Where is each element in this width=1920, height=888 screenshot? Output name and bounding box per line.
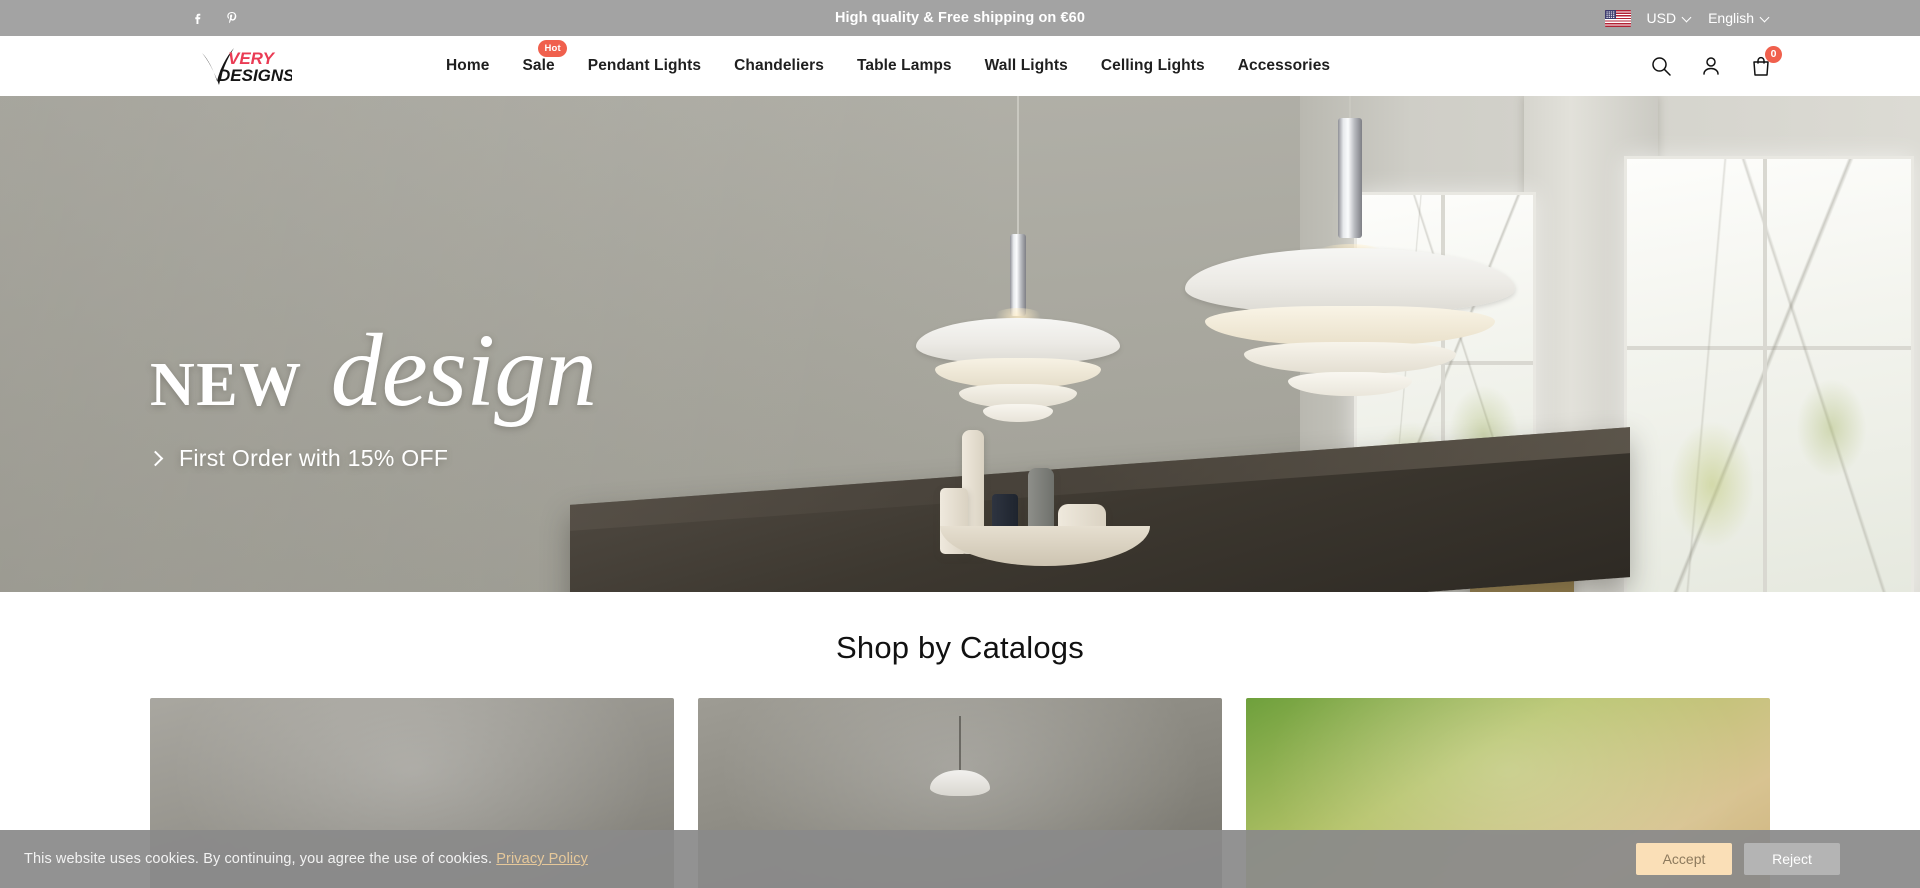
nav-label: Accessories [1237, 57, 1331, 74]
chevron-right-icon [147, 450, 164, 467]
pinterest-icon[interactable] [224, 10, 240, 26]
chevron-down-icon [1761, 14, 1770, 23]
hero-title-plain: NEW [150, 351, 303, 419]
hero-copy: NEW design First Order with 15% OFF [147, 313, 598, 472]
currency-label: USD [1646, 10, 1677, 26]
pendant-lamp-left [888, 96, 1148, 422]
hot-badge: Hot [538, 40, 567, 57]
hero-banner[interactable]: NEW design First Order with 15% OFF [0, 96, 1920, 592]
catalogs-title: Shop by Catalogs [836, 630, 1084, 665]
nav-label: Pendant Lights [587, 57, 702, 74]
hero-subtitle: First Order with 15% OFF [179, 445, 449, 471]
pendant-lamp-right [1150, 96, 1550, 426]
privacy-policy-link[interactable]: Privacy Policy [496, 851, 588, 867]
site-logo[interactable]: VERY DESIGNS [200, 45, 292, 87]
shopping-bag-icon[interactable]: 0 [1749, 45, 1782, 78]
chevron-down-icon [1683, 14, 1692, 23]
nav-label: Celling Lights [1100, 57, 1205, 74]
nav-item-table-lamps[interactable]: Table Lamps [857, 57, 952, 75]
nav-item-chandeliers[interactable]: Chandeliers [734, 57, 824, 75]
user-icon[interactable] [1699, 55, 1722, 78]
nav-item-accessories[interactable]: Accessories [1238, 57, 1330, 75]
search-icon[interactable] [1649, 55, 1672, 78]
nav-label: Wall Lights [984, 57, 1068, 74]
nav-item-sale[interactable]: Hot Sale [522, 40, 567, 75]
cookie-consent-banner: This website uses cookies. By continuing… [0, 830, 1920, 888]
svg-text:DESIGNS: DESIGNS [218, 66, 292, 85]
nav-label: Sale [522, 57, 555, 74]
facebook-icon[interactable] [190, 10, 206, 26]
main-navigation: Home Hot Sale Pendant Lights Chandeliers… [446, 40, 1330, 75]
hero-subtitle-row[interactable]: First Order with 15% OFF [147, 445, 596, 472]
social-links [190, 10, 240, 26]
language-label: English [1708, 10, 1754, 26]
header-actions: 0 [1649, 45, 1880, 78]
nav-label: Chandeliers [734, 57, 824, 74]
accept-cookies-button[interactable]: Accept [1636, 843, 1732, 875]
currency-selector[interactable]: USD [1647, 10, 1693, 26]
nav-item-pendant-lights[interactable]: Pendant Lights [588, 57, 701, 75]
site-header: VERY DESIGNS Home Hot Sale Pendant Light… [0, 36, 1920, 96]
nav-item-celling-lights[interactable]: Celling Lights [1101, 57, 1205, 75]
cart-count-badge: 0 [1765, 45, 1782, 63]
cookie-message-text: This website uses cookies. By continuing… [24, 851, 493, 867]
nav-label: Table Lamps [856, 57, 952, 74]
language-selector[interactable]: English [1708, 10, 1770, 26]
cookie-actions: Accept Reject [1636, 843, 1896, 875]
nav-label: Home [446, 57, 490, 74]
reject-cookies-button[interactable]: Reject [1744, 843, 1840, 875]
hero-title-script: design [330, 313, 598, 428]
announcement-bar: High quality & Free shipping on €60 USD … [0, 0, 1920, 36]
cookie-message: This website uses cookies. By continuing… [24, 851, 588, 867]
nav-item-wall-lights[interactable]: Wall Lights [985, 57, 1068, 75]
topbar-right-controls: USD English [1604, 9, 1880, 27]
us-flag-icon [1604, 9, 1631, 27]
nav-item-home[interactable]: Home [446, 57, 489, 75]
